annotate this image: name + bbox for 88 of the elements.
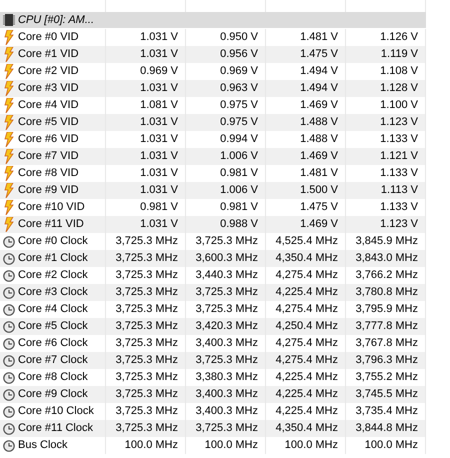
value-cell: 1.123 V	[346, 114, 426, 131]
value-cell: 0.963 V	[186, 80, 266, 97]
sensor-label[interactable]: Core #10 VID	[18, 199, 85, 216]
value-cell: 4,275.4 MHz	[266, 352, 346, 369]
value-cell: 3,420.3 MHz	[186, 318, 266, 335]
clock-icon	[3, 354, 15, 366]
value-cell: 1.469 V	[266, 216, 346, 233]
value-cell: 3,725.3 MHz	[106, 318, 186, 335]
value-cell: 3,400.3 MHz	[186, 386, 266, 403]
value-cell: 3,780.8 MHz	[346, 284, 426, 301]
sensor-label[interactable]: Core #4 Clock	[18, 301, 88, 318]
sensor-label[interactable]: Core #0 Clock	[18, 233, 88, 250]
value-cell: 1.031 V	[106, 80, 186, 97]
clock-icon	[3, 338, 15, 350]
value-cell: 3,725.3 MHz	[186, 352, 266, 369]
sensor-label[interactable]: Core #10 Clock	[18, 403, 94, 420]
lightning-icon	[4, 64, 14, 79]
value-cell: 1.031 V	[106, 182, 186, 199]
sensor-label[interactable]: Core #6 VID	[18, 131, 79, 148]
value-cell: 1.031 V	[106, 148, 186, 165]
lightning-icon	[4, 217, 14, 232]
value-cell: 1.113 V	[346, 182, 426, 199]
value-cell: 3,725.3 MHz	[106, 250, 186, 267]
lightning-icon	[4, 30, 14, 45]
clock-icon	[3, 252, 15, 264]
value-cell: 3,725.3 MHz	[106, 352, 186, 369]
value-cell: 1.031 V	[106, 114, 186, 131]
lightning-icon	[4, 200, 14, 215]
value-cell: 3,600.3 MHz	[186, 250, 266, 267]
clock-icon	[3, 388, 15, 400]
lightning-icon	[4, 132, 14, 147]
value-cell: 4,250.4 MHz	[266, 318, 346, 335]
sensor-label[interactable]: Core #0 VID	[18, 29, 79, 46]
sensor-label[interactable]: Bus Clock	[18, 437, 68, 454]
clock-icon	[3, 270, 15, 282]
sensor-label[interactable]: Core #2 Clock	[18, 267, 88, 284]
value-cell: 1.123 V	[346, 216, 426, 233]
value-cell: 1.006 V	[186, 182, 266, 199]
value-cell: 3,725.3 MHz	[106, 284, 186, 301]
value-cell: 3,725.3 MHz	[106, 420, 186, 437]
value-cell: 3,843.0 MHz	[346, 250, 426, 267]
value-cell: 1.121 V	[346, 148, 426, 165]
value-cell: 4,225.4 MHz	[266, 284, 346, 301]
lightning-icon	[4, 81, 14, 96]
value-cell: 1.488 V	[266, 114, 346, 131]
sensor-label[interactable]: Core #4 VID	[18, 97, 79, 114]
value-cell: 1.500 V	[266, 182, 346, 199]
clock-icon	[3, 372, 15, 384]
value-cell: 0.956 V	[186, 46, 266, 63]
value-cell: 1.469 V	[266, 148, 346, 165]
value-cell: 1.031 V	[106, 216, 186, 233]
lightning-icon	[4, 166, 14, 181]
sensor-label[interactable]: Core #2 VID	[18, 63, 79, 80]
clock-icon	[3, 406, 15, 418]
value-cell: 3,796.3 MHz	[346, 352, 426, 369]
value-cell: 1.119 V	[346, 46, 426, 63]
value-cell: 1.475 V	[266, 46, 346, 63]
value-cell: 3,745.5 MHz	[346, 386, 426, 403]
value-cell: 0.975 V	[186, 114, 266, 131]
lightning-icon	[4, 183, 14, 198]
lightning-icon	[4, 115, 14, 130]
value-cell: 1.006 V	[186, 148, 266, 165]
value-cell: 3,725.3 MHz	[186, 284, 266, 301]
value-cell: 1.128 V	[346, 80, 426, 97]
value-cell: 4,225.4 MHz	[266, 386, 346, 403]
clock-icon	[3, 320, 15, 332]
value-cell: 0.988 V	[186, 216, 266, 233]
clock-icon	[3, 236, 15, 248]
clock-icon	[3, 286, 15, 298]
value-cell: 1.031 V	[106, 46, 186, 63]
value-cell: 3,725.3 MHz	[106, 386, 186, 403]
clock-icon	[3, 422, 15, 434]
value-cell: 3,844.8 MHz	[346, 420, 426, 437]
sensor-label[interactable]: Core #8 Clock	[18, 369, 88, 386]
clock-icon	[3, 440, 15, 452]
value-cell: 4,350.4 MHz	[266, 420, 346, 437]
chip-icon	[3, 13, 15, 27]
value-cell: 3,725.3 MHz	[186, 420, 266, 437]
group-header[interactable]: CPU [#0]: AM...	[0, 12, 426, 28]
sensor-label[interactable]: Core #6 Clock	[18, 335, 88, 352]
value-cell: 1.494 V	[266, 80, 346, 97]
value-cell: 3,777.8 MHz	[346, 318, 426, 335]
sensor-label[interactable]: Core #8 VID	[18, 165, 79, 182]
lightning-icon	[4, 98, 14, 113]
value-cell: 4,350.4 MHz	[266, 250, 346, 267]
lightning-icon	[4, 149, 14, 164]
clock-icon	[3, 304, 15, 316]
lightning-icon	[4, 47, 14, 62]
